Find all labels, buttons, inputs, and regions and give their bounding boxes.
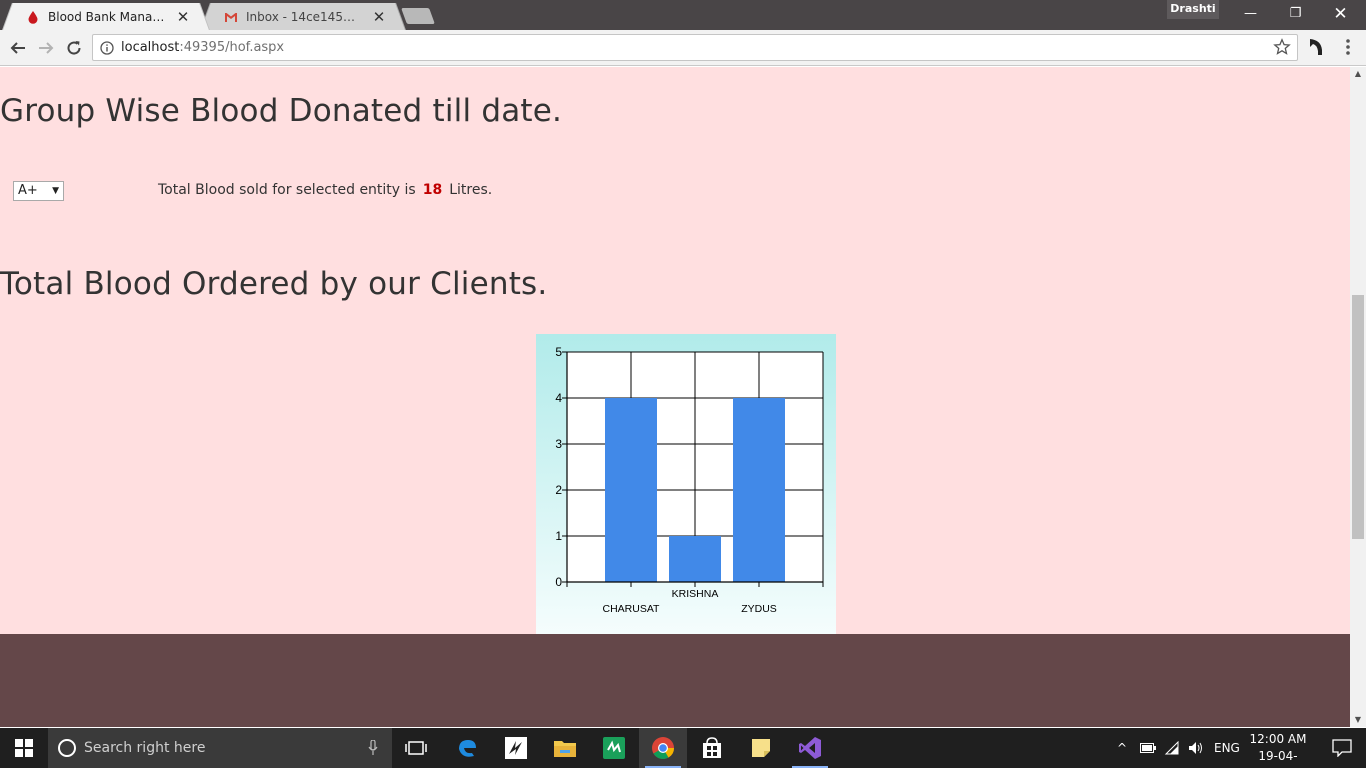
taskbar-search[interactable] bbox=[48, 728, 392, 768]
new-tab-button[interactable] bbox=[401, 8, 435, 24]
url-text: localhost:49395/hof.aspx bbox=[121, 40, 285, 55]
chrome-icon[interactable] bbox=[639, 728, 687, 768]
clock-date: 19-04-2017 bbox=[1258, 749, 1298, 768]
task-view-icon[interactable] bbox=[392, 728, 440, 768]
x-category-label: CHARUSAT bbox=[603, 603, 661, 615]
y-tick-label: 5 bbox=[555, 345, 562, 359]
y-tick-label: 1 bbox=[555, 529, 562, 543]
volume-icon[interactable] bbox=[1188, 741, 1204, 755]
tab-close-icon[interactable]: ✕ bbox=[176, 8, 190, 26]
page-viewport: Group Wise Blood Donated till date. A+ ▼… bbox=[0, 67, 1350, 727]
close-window-icon[interactable]: ✕ bbox=[1318, 0, 1363, 28]
windows-taskbar: ^ ENG 12:00 AM 19-04-2017 bbox=[0, 728, 1366, 768]
taskbar-search-input[interactable] bbox=[84, 740, 354, 756]
app-icon[interactable] bbox=[492, 728, 540, 768]
reload-icon bbox=[67, 41, 81, 55]
visual-studio-icon[interactable] bbox=[786, 728, 834, 768]
clock-time: 12:00 AM bbox=[1249, 732, 1307, 746]
x-category-label: ZYDUS bbox=[741, 603, 777, 615]
tab-inbox[interactable]: Inbox - 14ce145@charusat ✕ bbox=[210, 3, 396, 30]
extension-icon[interactable] bbox=[1306, 36, 1326, 58]
restore-icon[interactable]: ❐ bbox=[1273, 0, 1318, 28]
page-scrollbar[interactable]: ▲ ▼ bbox=[1350, 67, 1366, 727]
back-arrow-icon bbox=[10, 42, 25, 54]
address-bar[interactable]: localhost:49395/hof.aspx bbox=[92, 34, 1298, 61]
sold-value: 18 bbox=[422, 182, 443, 198]
microphone-icon[interactable] bbox=[368, 740, 378, 756]
cortana-icon bbox=[58, 739, 76, 757]
browser-tab-strip: Blood Bank Management ✕ Inbox - 14ce145@… bbox=[0, 0, 1366, 30]
sticky-notes-icon[interactable] bbox=[737, 728, 785, 768]
scrollbar-thumb[interactable] bbox=[1352, 295, 1364, 539]
gmail-icon bbox=[225, 12, 237, 22]
windows-logo-icon bbox=[15, 739, 33, 757]
bar-charusat bbox=[605, 398, 657, 582]
blood-sold-summary: Total Blood sold for selected entity is 1… bbox=[158, 182, 492, 198]
chrome-menu-icon[interactable] bbox=[1340, 36, 1356, 58]
start-button[interactable] bbox=[0, 728, 48, 768]
forward-arrow-icon bbox=[39, 42, 54, 54]
clients-orders-chart: 0 1 2 3 4 5 CHARUSAT KRISHNA ZYDUS bbox=[536, 334, 836, 634]
info-icon[interactable] bbox=[100, 40, 114, 55]
store-icon[interactable] bbox=[688, 728, 736, 768]
blood-group-selected: A+ bbox=[18, 183, 38, 198]
tab-title: Inbox - 14ce145@charusat bbox=[246, 9, 366, 24]
y-tick-label: 3 bbox=[555, 437, 562, 451]
x-category-label: KRISHNA bbox=[672, 588, 719, 600]
action-center-icon[interactable] bbox=[1318, 728, 1366, 768]
edge-icon[interactable] bbox=[443, 728, 491, 768]
sold-prefix: Total Blood sold for selected entity is bbox=[158, 182, 416, 198]
wifi-icon[interactable] bbox=[1164, 741, 1180, 755]
chart-svg: 0 1 2 3 4 5 CHARUSAT KRISHNA ZYDUS bbox=[555, 345, 824, 615]
battery-icon[interactable] bbox=[1140, 743, 1156, 753]
bar-zydus bbox=[733, 398, 785, 582]
file-explorer-icon[interactable] bbox=[541, 728, 589, 768]
page-footer bbox=[0, 634, 1350, 727]
scroll-up-arrow-icon[interactable]: ▲ bbox=[1350, 67, 1366, 81]
app-icon[interactable] bbox=[590, 728, 638, 768]
reload-button[interactable] bbox=[62, 36, 86, 60]
sold-unit: Litres. bbox=[449, 182, 493, 198]
taskbar-clock[interactable]: 12:00 AM 19-04-2017 bbox=[1244, 731, 1312, 768]
show-hidden-icons-icon[interactable]: ^ bbox=[1114, 741, 1130, 755]
minimize-icon[interactable]: — bbox=[1228, 0, 1273, 28]
blood-group-select[interactable]: A+ ▼ bbox=[13, 181, 64, 201]
forward-button[interactable] bbox=[34, 36, 58, 60]
bookmark-star-icon[interactable] bbox=[1273, 38, 1291, 56]
page-content: Group Wise Blood Donated till date. A+ ▼… bbox=[0, 67, 1350, 634]
tab-close-icon[interactable]: ✕ bbox=[372, 8, 386, 26]
y-tick-label: 0 bbox=[555, 575, 562, 589]
back-button[interactable] bbox=[6, 36, 30, 60]
tab-title: Blood Bank Management bbox=[48, 9, 170, 24]
clients-heading: Total Blood Ordered by our Clients. bbox=[0, 266, 548, 302]
blood-drop-icon bbox=[28, 10, 38, 24]
profile-name[interactable]: Drashti bbox=[1167, 0, 1219, 19]
tab-blood-bank[interactable]: Blood Bank Management ✕ bbox=[12, 3, 200, 30]
y-tick-label: 2 bbox=[555, 483, 562, 497]
input-language[interactable]: ENG bbox=[1214, 741, 1240, 755]
y-tick-label: 4 bbox=[555, 391, 562, 405]
group-wise-heading: Group Wise Blood Donated till date. bbox=[0, 93, 563, 129]
bar-krishna bbox=[669, 536, 721, 582]
dropdown-arrow-icon: ▼ bbox=[52, 186, 59, 196]
system-tray: ^ ENG bbox=[1114, 728, 1240, 768]
scroll-down-arrow-icon[interactable]: ▼ bbox=[1350, 713, 1366, 727]
browser-toolbar: localhost:49395/hof.aspx bbox=[0, 30, 1366, 66]
